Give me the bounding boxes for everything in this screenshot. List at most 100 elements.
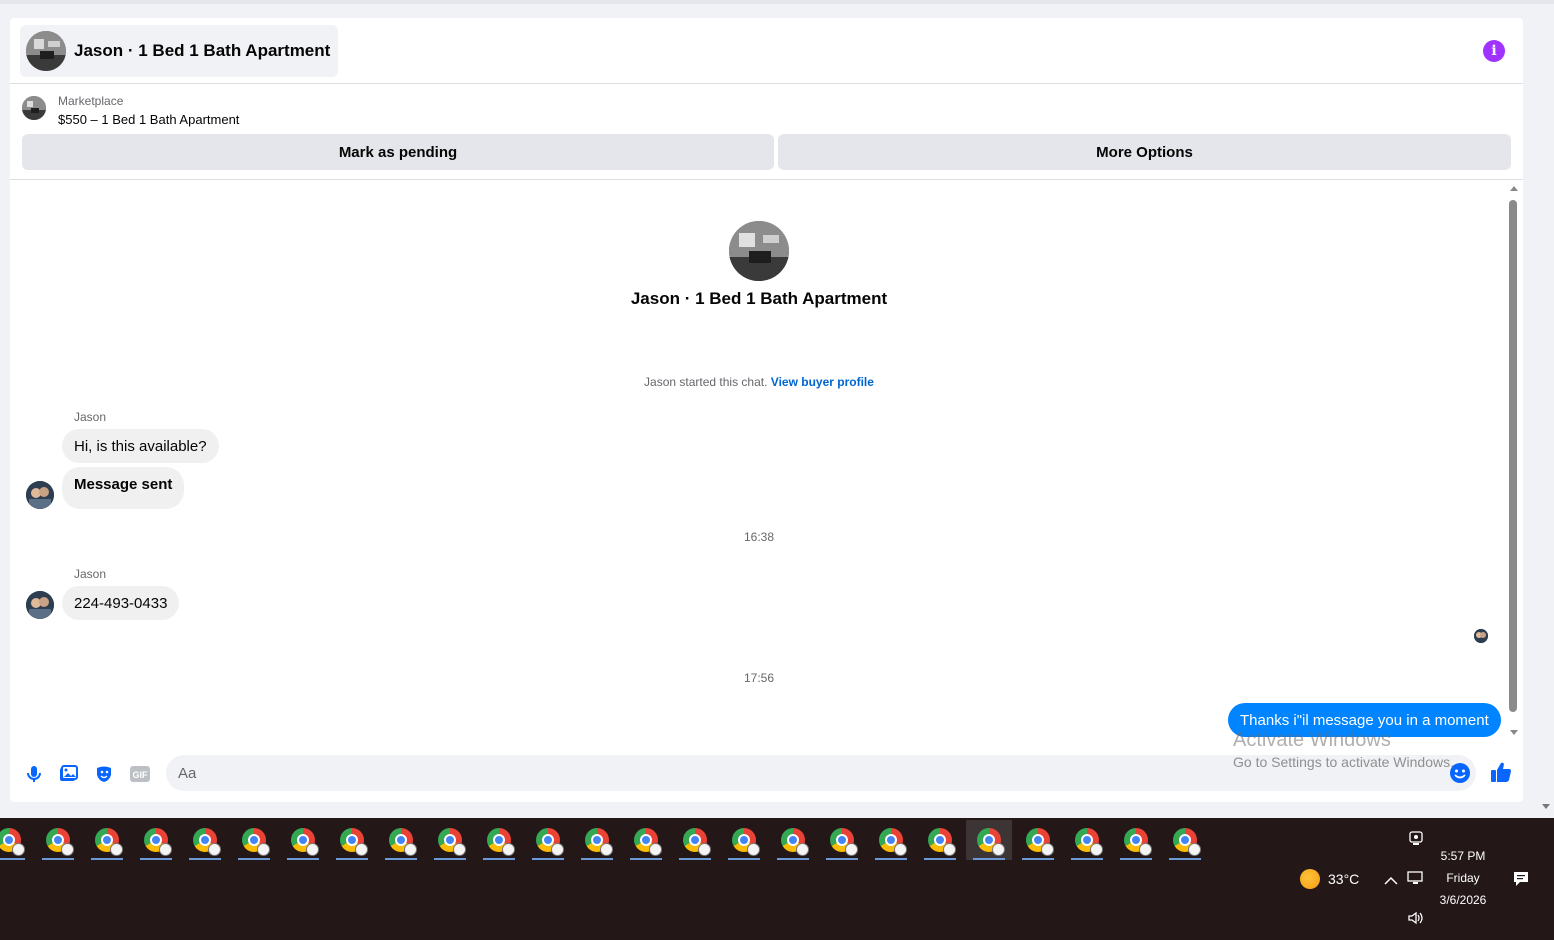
browser-top-edge [0,0,1554,4]
camera-icon[interactable] [1409,830,1423,851]
weather-temperature[interactable]: 33°C [1328,871,1359,887]
chrome-icon [340,828,368,856]
taskbar-app-button[interactable] [819,820,865,860]
clock-date[interactable]: 3/6/2026 [1430,893,1496,907]
listing-avatar [26,31,66,71]
buyer-avatar[interactable] [26,481,54,509]
listing-title[interactable]: $550 – 1 Bed 1 Bath Apartment [58,112,239,127]
chrome-icon [1173,828,1201,856]
taskbar-app-button[interactable] [770,820,816,860]
page-scroll-down-arrow[interactable] [1542,804,1550,809]
taskbar: 33°C 5:57 PM Friday 3/6/2026 [0,818,1554,940]
taskbar-app-button[interactable] [868,820,914,860]
chrome-icon [95,828,123,856]
chrome-icon [634,828,662,856]
chevron-up-icon[interactable] [1384,873,1398,891]
taskbar-app-button[interactable] [84,820,130,860]
message-list[interactable]: Jason · 1 Bed 1 Bath Apartment Jason sta… [10,181,1523,753]
chrome-icon [487,828,515,856]
conversation-title-button[interactable]: Jason · 1 Bed 1 Bath Apartment [20,25,339,77]
chrome-icon [781,828,809,856]
scroll-down-arrow[interactable] [1510,730,1518,735]
thumbs-up-icon[interactable] [1489,760,1513,786]
marketplace-label: Marketplace [58,94,124,108]
taskbar-app-button[interactable] [1162,820,1208,860]
taskbar-app-button[interactable] [476,820,522,860]
conversation-title: Jason · 1 Bed 1 Bath Apartment [74,41,331,60]
taskbar-app-button[interactable] [35,820,81,860]
chrome-icon [732,828,760,856]
intro-listing-avatar [729,221,789,281]
chrome-icon [1124,828,1152,856]
incoming-message[interactable]: Hi, is this available? [62,429,219,463]
chrome-icon [291,828,319,856]
sender-name: Jason [74,567,107,581]
sticker-icon[interactable] [92,762,116,786]
taskbar-app-button[interactable] [721,820,767,860]
buyer-avatar[interactable] [26,591,54,619]
chrome-icon [928,828,956,856]
taskbar-app-button[interactable] [182,820,228,860]
chrome-icon [242,828,270,856]
microphone-icon[interactable] [22,762,46,786]
taskbar-app-button[interactable] [329,820,375,860]
chat-window: Jason · 1 Bed 1 Bath Apartment i Marketp… [10,18,1523,802]
incoming-message[interactable]: Message sent [62,467,185,509]
clock-day[interactable]: Friday [1430,871,1496,885]
listing-thumbnail[interactable] [22,96,46,120]
timestamp: 16:38 [743,530,775,544]
scroll-up-arrow[interactable] [1510,186,1518,191]
read-receipt-avatar [1474,629,1488,643]
taskbar-app-button[interactable] [1064,820,1110,860]
taskbar-app-button[interactable] [280,820,326,860]
chat-started-text: Jason started this chat. [644,375,768,389]
gif-icon[interactable]: GIF [128,762,152,786]
weather-icon[interactable] [1300,869,1320,889]
chrome-icon [438,828,466,856]
chrome-icon [1075,828,1103,856]
taskbar-app-button[interactable] [966,820,1012,860]
chrome-icon [977,828,1005,856]
chrome-icon [144,828,172,856]
taskbar-app-button[interactable] [0,820,32,860]
chrome-icon [536,828,564,856]
notifications-icon[interactable] [1512,870,1530,893]
taskbar-app-button[interactable] [574,820,620,860]
chrome-icon [585,828,613,856]
timestamp: 17:56 [743,671,775,685]
taskbar-app-button[interactable] [378,820,424,860]
mark-as-pending-button[interactable]: Mark as pending [22,134,774,170]
volume-icon[interactable] [1407,910,1425,931]
chrome-icon [46,828,74,856]
chrome-icon [0,828,25,856]
message-input[interactable] [166,755,1476,791]
chat-started-notice: Jason started this chat. View buyer prof… [10,375,1508,389]
info-icon[interactable]: i [1483,40,1505,62]
incoming-message[interactable]: 224-493-0433 [62,586,180,620]
chrome-icon [389,828,417,856]
taskbar-app-button[interactable] [1113,820,1159,860]
taskbar-app-button[interactable] [917,820,963,860]
emoji-icon[interactable] [1449,762,1471,784]
taskbar-app-button[interactable] [672,820,718,860]
marketplace-banner: Marketplace $550 – 1 Bed 1 Bath Apartmen… [10,84,1523,180]
network-icon[interactable] [1407,870,1425,891]
taskbar-app-button[interactable] [1015,820,1061,860]
chrome-icon [879,828,907,856]
scrollbar-thumb[interactable] [1509,200,1517,712]
chrome-icon [193,828,221,856]
clock-time[interactable]: 5:57 PM [1430,849,1496,863]
chrome-icon [830,828,858,856]
outgoing-message[interactable]: Thanks i"il message you in a moment [1228,703,1501,737]
taskbar-app-button[interactable] [623,820,669,860]
sender-name: Jason [74,410,107,424]
image-icon[interactable] [56,762,80,786]
gif-label: GIF [133,770,149,780]
view-buyer-profile-link[interactable]: View buyer profile [771,375,874,389]
chat-header: Jason · 1 Bed 1 Bath Apartment i [10,18,1523,84]
taskbar-app-button[interactable] [231,820,277,860]
taskbar-app-button[interactable] [133,820,179,860]
taskbar-app-button[interactable] [525,820,571,860]
more-options-button[interactable]: More Options [778,134,1511,170]
taskbar-app-button[interactable] [427,820,473,860]
